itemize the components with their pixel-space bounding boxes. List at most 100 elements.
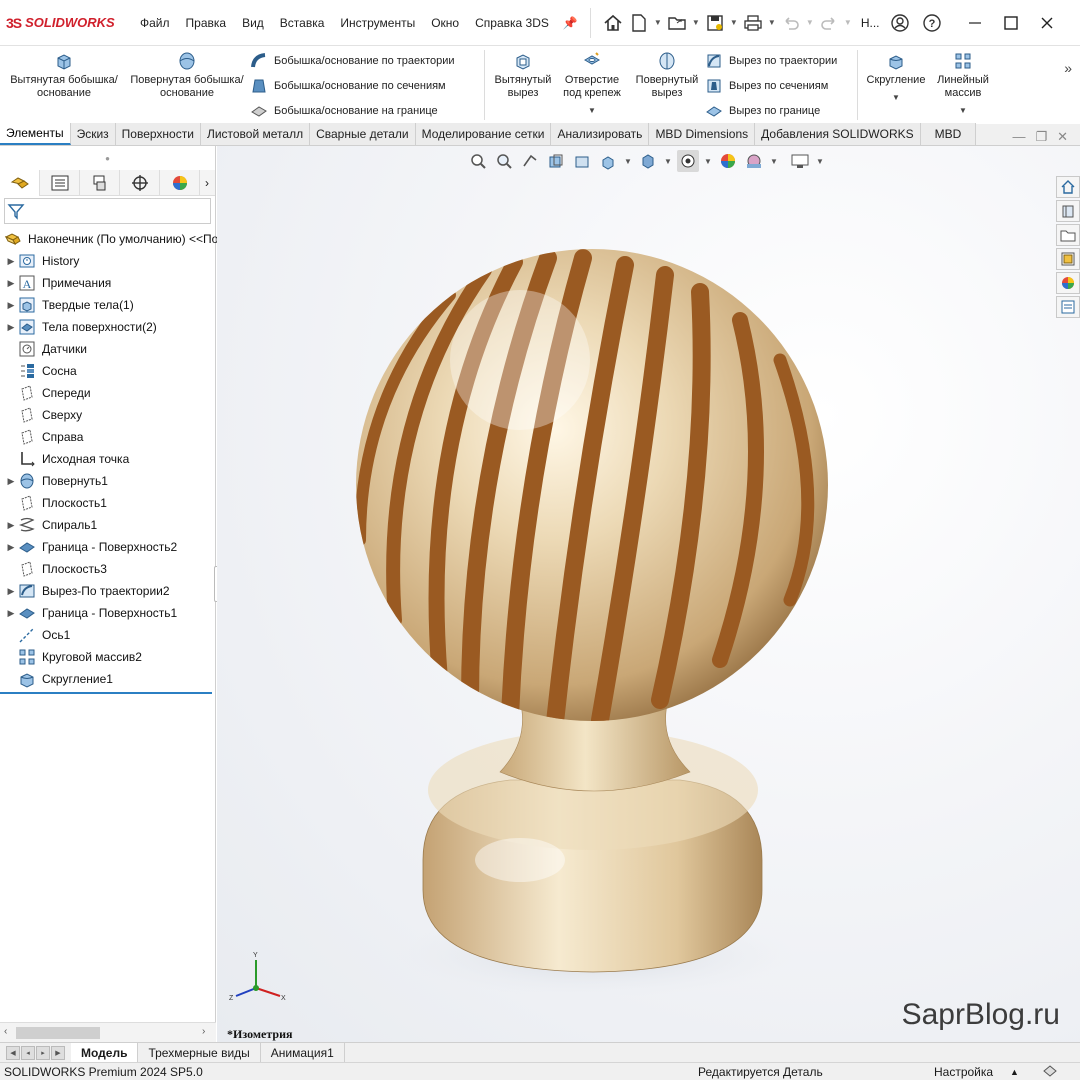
tree-horizontal-scrollbar[interactable]: ‹ › <box>0 1022 216 1042</box>
tree-node[interactable]: Справа <box>0 426 215 448</box>
expand-arrow-icon[interactable]: ▶ <box>4 520 18 531</box>
ribbon-overflow-icon[interactable]: » <box>1064 46 1080 124</box>
swept-cut-button[interactable]: Вырез по траектории <box>705 48 851 73</box>
tab-model[interactable]: Модель <box>71 1042 139 1063</box>
tree-node[interactable]: Сосна <box>0 360 215 382</box>
tree-node[interactable]: ▶ Повернуть1 <box>0 470 215 492</box>
units-settings[interactable]: Настройка <box>934 1065 993 1079</box>
expand-arrow-icon[interactable]: ▶ <box>4 278 18 289</box>
doc-minimize-icon[interactable]: — <box>1012 129 1025 145</box>
expand-arrow-icon[interactable]: ▶ <box>4 256 18 267</box>
boundary-cut-button[interactable]: Вырез по границе <box>705 99 851 124</box>
scroll-left-icon[interactable]: ‹ <box>4 1026 7 1037</box>
save-dropdown-icon[interactable]: ▼ <box>729 18 739 27</box>
menu-edit[interactable]: Правка <box>178 16 235 30</box>
boundary-boss-button[interactable]: Бобышка/основание на границе <box>250 99 478 124</box>
new-dropdown-icon[interactable]: ▼ <box>653 18 663 27</box>
scroll-right-icon[interactable]: › <box>202 1026 205 1037</box>
section-view-icon[interactable] <box>545 150 567 172</box>
tab-sheet-metal[interactable]: Листовой металл <box>200 123 311 145</box>
zoom-to-fit-icon[interactable] <box>467 150 489 172</box>
user-button[interactable]: Н... <box>861 16 880 30</box>
print-dropdown-icon[interactable]: ▼ <box>767 18 777 27</box>
file-explorer-icon[interactable] <box>1056 224 1080 246</box>
tab-mesh-modeling[interactable]: Моделирование сетки <box>415 123 552 145</box>
minimize-icon[interactable] <box>958 8 992 38</box>
configuration-manager-tab-icon[interactable] <box>80 170 120 196</box>
tab-sketch[interactable]: Эскиз <box>70 123 116 145</box>
maximize-icon[interactable] <box>994 8 1028 38</box>
edit-appearance-icon[interactable] <box>717 150 739 172</box>
previous-view-icon[interactable] <box>519 150 541 172</box>
view-orientation-icon[interactable] <box>597 150 619 172</box>
hole-wizard-button[interactable]: Отверстие под крепеж ▼ <box>555 46 629 124</box>
tab-features[interactable]: Элементы <box>0 123 71 145</box>
dimxpert-tab-icon[interactable] <box>120 170 160 196</box>
tree-node[interactable]: ▶ A Примечания <box>0 272 215 294</box>
prev-tab-icon[interactable]: ◂ <box>21 1045 35 1060</box>
panel-grip-icon[interactable]: ● <box>0 146 215 170</box>
undo-icon[interactable] <box>779 11 803 35</box>
tree-node[interactable]: ▶ Вырез-По траектории2 <box>0 580 215 602</box>
tab-mbd[interactable]: MBD <box>920 123 977 145</box>
app-logo[interactable]: 3S SOLIDWORKS <box>0 15 132 31</box>
zoom-to-area-icon[interactable] <box>493 150 515 172</box>
design-library-icon[interactable] <box>1056 200 1080 222</box>
fillet-dropdown-icon[interactable]: ▼ <box>892 91 900 104</box>
tab-evaluate[interactable]: Анализировать <box>551 123 650 145</box>
account-icon[interactable] <box>888 11 912 35</box>
view-palette-icon[interactable] <box>1056 248 1080 270</box>
view-settings-dropdown-icon[interactable]: ▼ <box>815 157 825 166</box>
revolved-cut-button[interactable]: Повернутый вырез <box>629 46 705 124</box>
tab-3d-views[interactable]: Трехмерные виды <box>138 1042 261 1063</box>
tree-node[interactable]: ▶ Тела поверхности(2) <box>0 316 215 338</box>
solidworks-resources-icon[interactable] <box>1056 176 1080 198</box>
tree-node[interactable]: Исходная точка <box>0 448 215 470</box>
linear-pattern-button[interactable]: Линейный массив ▼ <box>928 46 998 124</box>
open-dropdown-icon[interactable]: ▼ <box>691 18 701 27</box>
tree-node[interactable]: Спереди <box>0 382 215 404</box>
tree-node[interactable]: ▶ Граница - Поверхность2 <box>0 536 215 558</box>
extruded-cut-button[interactable]: Вытянутый вырез <box>491 46 555 124</box>
help-icon[interactable]: ? <box>920 11 944 35</box>
next-tab-icon[interactable]: ▸ <box>36 1045 50 1060</box>
expand-arrow-icon[interactable]: ▶ <box>4 476 18 487</box>
menu-tools[interactable]: Инструменты <box>332 16 423 30</box>
linear-pattern-dropdown-icon[interactable]: ▼ <box>959 104 967 117</box>
tab-animation[interactable]: Анимация1 <box>261 1042 345 1063</box>
first-tab-icon[interactable]: ◀ <box>6 1045 20 1060</box>
apply-scene-dropdown-icon[interactable]: ▼ <box>769 157 779 166</box>
rebuild-status-icon[interactable] <box>1042 1064 1058 1080</box>
display-style-dropdown-icon[interactable]: ▼ <box>663 157 673 166</box>
graphics-area[interactable]: Y X Z ▼ ▼ ▼ ▼ ▼ *Изометрия SaprBlog.ru <box>217 146 1080 1042</box>
tree-node[interactable]: ▶ Твердые тела(1) <box>0 294 215 316</box>
apply-scene-icon[interactable] <box>743 150 765 172</box>
close-icon[interactable] <box>1030 8 1064 38</box>
tree-node[interactable]: Скругление1 <box>0 668 215 690</box>
panel-collapse-icon[interactable]: › <box>200 170 214 195</box>
tab-mbd-dimensions[interactable]: MBD Dimensions <box>649 123 756 145</box>
extruded-boss-button[interactable]: Вытянутая бобышка/основание <box>0 46 128 124</box>
dynamic-annotation-icon[interactable] <box>571 150 593 172</box>
tree-node[interactable]: Плоскость1 <box>0 492 215 514</box>
tree-node[interactable]: Ось1 <box>0 624 215 646</box>
last-tab-icon[interactable]: ▶ <box>51 1045 65 1060</box>
tree-node[interactable]: ▶ Спираль1 <box>0 514 215 536</box>
lofted-cut-button[interactable]: Вырез по сечениям <box>705 73 851 98</box>
expand-arrow-icon[interactable]: ▶ <box>4 608 18 619</box>
expand-arrow-icon[interactable]: ▶ <box>4 586 18 597</box>
menu-window[interactable]: Окно <box>423 16 467 30</box>
feature-manager-tab-icon[interactable] <box>0 170 40 196</box>
view-orientation-dropdown-icon[interactable]: ▼ <box>623 157 633 166</box>
display-manager-tab-icon[interactable] <box>160 170 200 196</box>
revolved-boss-button[interactable]: Повернутая бобышка/основание <box>128 46 246 124</box>
menu-help[interactable]: Справка 3DS <box>467 16 557 30</box>
doc-restore-icon[interactable]: ❐ <box>1035 129 1047 145</box>
hole-wizard-dropdown-icon[interactable]: ▼ <box>588 104 596 117</box>
undo-dropdown-icon[interactable]: ▼ <box>805 18 815 27</box>
tab-solidworks-addins[interactable]: Добавления SOLIDWORKS <box>755 123 921 145</box>
print-icon[interactable] <box>741 11 765 35</box>
menu-view[interactable]: Вид <box>234 16 272 30</box>
lofted-boss-button[interactable]: Бобышка/основание по сечениям <box>250 73 478 98</box>
tree-node[interactable]: ▶ History <box>0 250 215 272</box>
